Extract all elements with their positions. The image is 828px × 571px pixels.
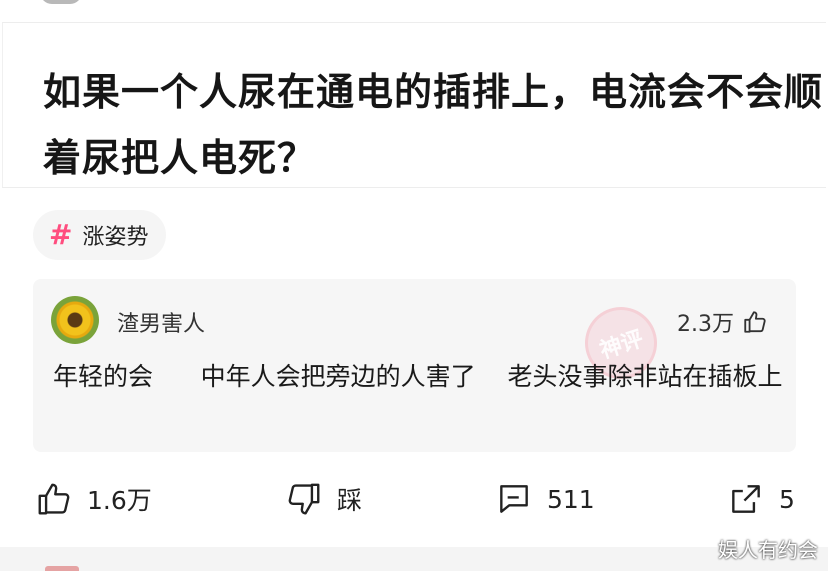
like-count: 1.6万	[87, 486, 152, 515]
comment-count: 511	[547, 484, 595, 514]
top-strip	[0, 0, 828, 22]
comment-like-count: 2.3万	[677, 312, 734, 337]
like-button[interactable]: 1.6万	[35, 480, 152, 518]
thumbs-down-icon	[285, 480, 323, 518]
next-item-avatar	[45, 566, 79, 571]
comment-button[interactable]: 511	[495, 480, 595, 518]
share-button[interactable]: 5	[727, 480, 795, 518]
next-item-strip	[0, 547, 828, 571]
share-icon	[727, 480, 765, 518]
comment-username[interactable]: 渣男害人	[117, 306, 205, 338]
avatar[interactable]	[51, 296, 99, 344]
hashtag-icon: #	[49, 218, 73, 251]
thumbs-up-icon	[742, 309, 768, 335]
thumbs-up-icon	[35, 480, 73, 518]
topic-tag[interactable]: # 涨姿势	[33, 210, 167, 260]
topic-tag-label: 涨姿势	[82, 225, 149, 250]
action-bar: 1.6万 踩 511 5	[0, 470, 828, 534]
dislike-label: 踩	[337, 486, 363, 515]
comment-bubble-icon	[495, 480, 533, 518]
watermark: 娱人有约会	[718, 538, 818, 562]
dislike-button[interactable]: 踩	[285, 480, 362, 518]
previous-avatar	[40, 0, 82, 4]
top-comment-card[interactable]: 渣男害人 神评 2.3万 年轻的会 中年人会把旁边的人害了 老头没事除非站在插板…	[33, 279, 796, 452]
comment-text: 年轻的会 中年人会把旁边的人害了 老头没事除非站在插板上	[53, 362, 783, 391]
comment-like-button[interactable]: 2.3万	[677, 306, 768, 338]
share-count: 5	[779, 484, 795, 514]
post-title: 如果一个人尿在通电的插排上，电流会不会顺着尿把人电死？	[43, 70, 824, 180]
post-title-card[interactable]: 如果一个人尿在通电的插排上，电流会不会顺着尿把人电死？	[2, 22, 826, 188]
